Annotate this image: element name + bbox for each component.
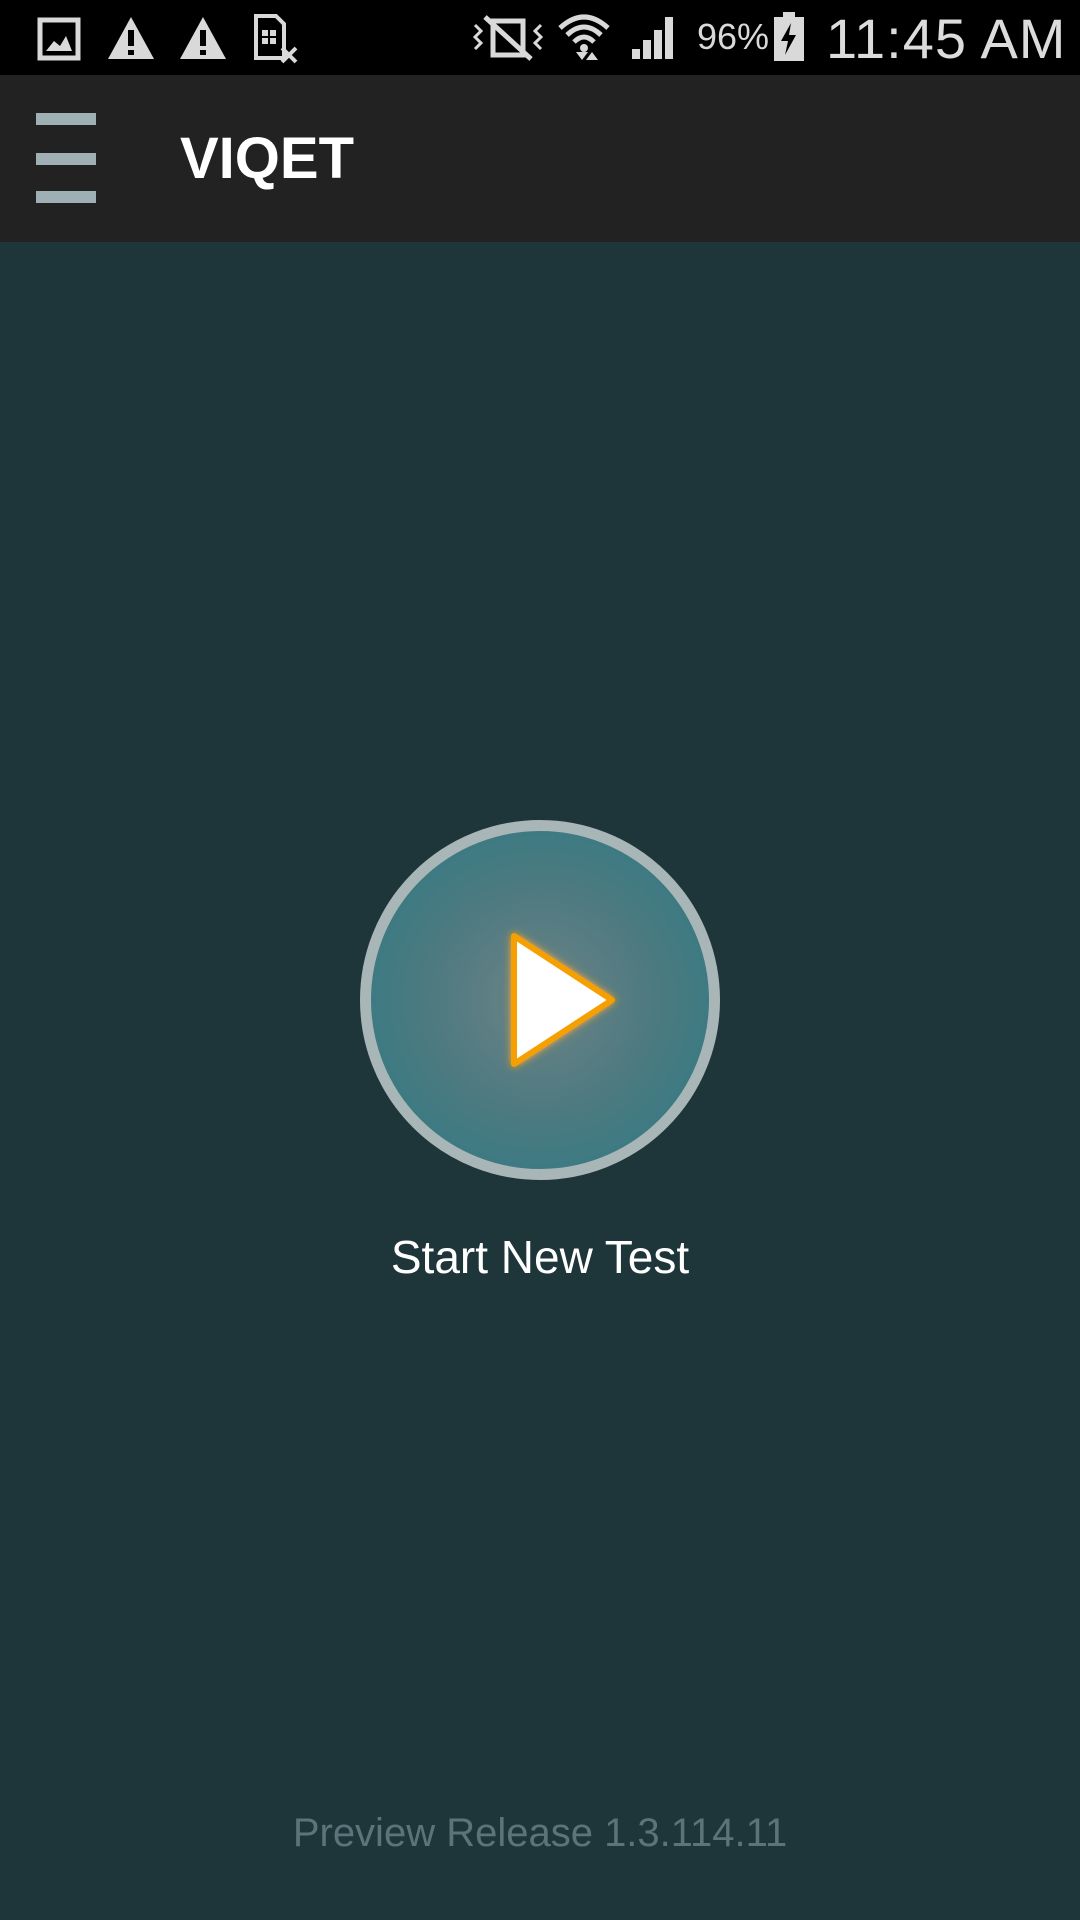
battery-percent: 96%	[697, 16, 770, 57]
app-bar: VIQET	[0, 75, 1080, 242]
battery-charging-icon	[774, 12, 804, 61]
start-new-test-label[interactable]: Start New Test	[0, 1230, 1080, 1284]
menu-line	[36, 153, 96, 165]
main-content: Start New Test Preview Release 1.3.114.1…	[0, 242, 1080, 1920]
gallery-icon	[37, 17, 81, 61]
start-test-button[interactable]	[360, 820, 720, 1180]
wifi-icon	[558, 14, 610, 60]
status-bar: 96% 11:45 AM	[0, 0, 1080, 75]
warning-icon	[180, 17, 226, 59]
app-title: VIQET	[180, 126, 355, 191]
play-icon	[511, 933, 615, 1067]
menu-line	[36, 113, 96, 125]
hamburger-menu-icon[interactable]	[24, 113, 112, 205]
menu-line	[36, 191, 96, 203]
warning-icon	[108, 17, 154, 59]
vibrate-off-icon	[472, 15, 544, 61]
status-time: 11:45 AM	[826, 7, 1067, 70]
version-label: Preview Release 1.3.114.11	[292, 1811, 788, 1855]
signal-icon	[632, 17, 673, 59]
sim-card-error-icon	[254, 14, 298, 64]
